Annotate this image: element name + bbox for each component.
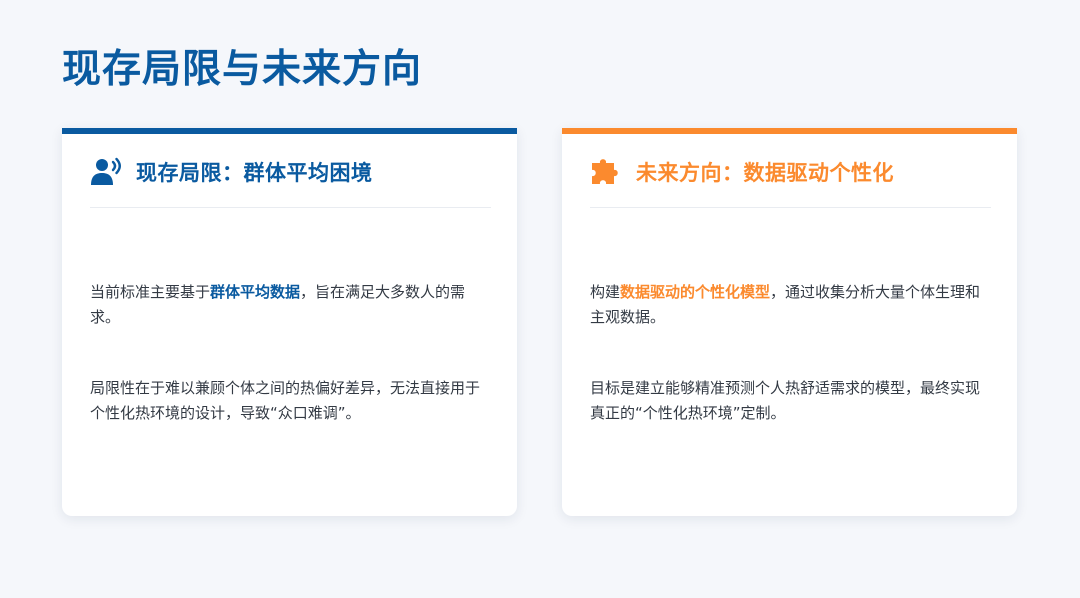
future-direction-paragraph-2: 目标是建立能够精准预测个人热舒适需求的模型，最终实现真正的“个性化热环境”定制。	[590, 379, 981, 422]
page-title: 现存局限与未来方向	[62, 47, 423, 92]
future-direction-card-title: 未来方向：数据驱动个性化	[636, 160, 894, 185]
user-voice-icon	[90, 155, 124, 189]
puzzle-piece-icon	[590, 155, 624, 189]
future-direction-card-header: 未来方向：数据驱动个性化	[590, 134, 991, 208]
limitations-card-header: 现存局限：群体平均困境	[90, 134, 491, 208]
highlight-text: 数据驱动的个性化模型	[620, 283, 771, 301]
limitations-paragraph-2: 局限性在于难以兼顾个体之间的热偏好差异，无法直接用于个性化热环境的设计，导致“众…	[90, 379, 481, 422]
limitations-paragraph-1: 当前标准主要基于群体平均数据，旨在满足大多数人的需求。	[90, 283, 466, 326]
future-direction-paragraph-1: 构建数据驱动的个性化模型，通过收集分析大量个体生理和主观数据。	[590, 283, 981, 326]
future-direction-card: 未来方向：数据驱动个性化 构建数据驱动的个性化模型，通过收集分析大量个体生理和主…	[562, 128, 1017, 516]
limitations-card-title: 现存局限：群体平均困境	[136, 160, 373, 185]
highlight-text: 群体平均数据	[210, 283, 301, 301]
limitations-card: 现存局限：群体平均困境 当前标准主要基于群体平均数据，旨在满足大多数人的需求。 …	[62, 128, 517, 516]
